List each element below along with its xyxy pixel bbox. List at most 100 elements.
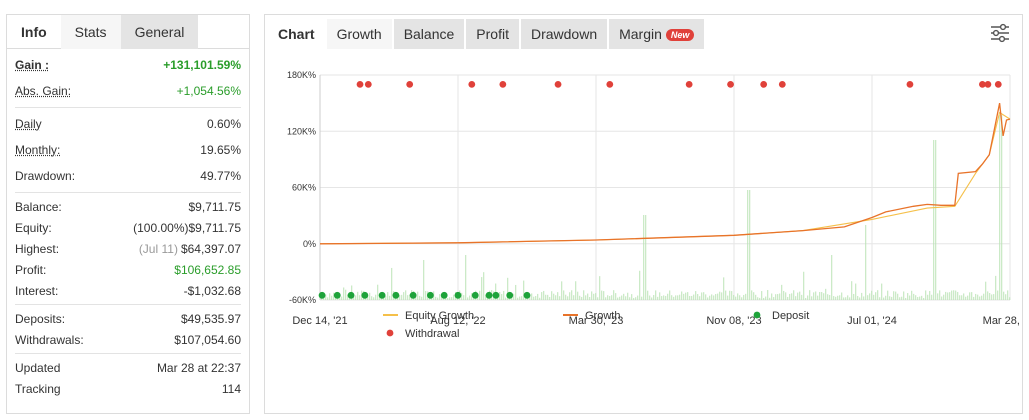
volume-bar xyxy=(929,291,931,300)
volume-bar xyxy=(995,275,997,300)
volume-bar xyxy=(941,296,943,300)
volume-bar xyxy=(841,292,843,300)
tracking-value: 114 xyxy=(221,381,241,396)
volume-bar xyxy=(601,290,603,300)
volume-bar xyxy=(887,290,889,300)
tab-margin-label: Margin xyxy=(619,25,662,42)
volume-bar xyxy=(649,295,651,300)
monthly-label[interactable]: Monthly: xyxy=(15,143,60,157)
volume-bar xyxy=(697,294,699,300)
tab-balance[interactable]: Balance xyxy=(393,18,465,49)
volume-bar xyxy=(575,281,577,300)
daily-label[interactable]: Daily xyxy=(15,117,42,131)
volume-bar xyxy=(775,294,777,300)
stats-panel: Info Stats General Gain : +131,101.59% A… xyxy=(6,14,250,414)
volume-bar xyxy=(795,296,797,300)
volume-bar xyxy=(695,291,697,300)
volume-bar xyxy=(355,295,357,300)
volume-bar xyxy=(549,296,551,300)
y-tick-label: 60K% xyxy=(292,183,316,193)
legend-swatch-dot xyxy=(386,329,394,337)
tab-drawdown[interactable]: Drawdown xyxy=(520,18,608,49)
volume-bar xyxy=(893,291,895,300)
deposit-marker xyxy=(440,291,448,299)
gain-label[interactable]: Gain : xyxy=(15,58,49,72)
volume-bar xyxy=(861,292,863,300)
volume-bar xyxy=(947,292,949,300)
sliders-icon[interactable] xyxy=(990,23,1010,43)
volume-bar xyxy=(813,292,815,300)
volume-bar xyxy=(479,290,481,300)
volume-bar xyxy=(545,294,547,300)
volume-bar xyxy=(655,290,657,300)
gain-row: Gain : +131,101.59% xyxy=(15,52,241,78)
tab-general[interactable]: General xyxy=(120,15,199,49)
y-axis: 180K% 120K% 60K% 0% -60K% xyxy=(287,70,316,305)
deposit-marker xyxy=(471,291,479,299)
tab-margin[interactable]: Margin New xyxy=(609,18,705,49)
volume-bar xyxy=(933,140,935,300)
volume-bar xyxy=(663,295,665,300)
volume-bar xyxy=(977,294,979,300)
volume-bar xyxy=(607,295,609,300)
volume-bar xyxy=(469,295,471,300)
volume-bar xyxy=(369,292,371,300)
volume-bar xyxy=(645,215,647,300)
volume-bar xyxy=(951,290,953,300)
volume-bar xyxy=(343,287,345,300)
highest-value-wrap: (Jul 11) $64,397.07 xyxy=(139,242,241,256)
volume-bar xyxy=(863,296,865,300)
volume-bar xyxy=(579,295,581,300)
tracking-label: Tracking xyxy=(15,381,61,396)
volume-bar xyxy=(953,290,955,300)
volume-bar xyxy=(845,297,847,300)
withdrawals-value: $107,054.60 xyxy=(174,332,241,347)
volume-bar xyxy=(653,295,655,300)
volume-bar xyxy=(733,294,735,300)
tab-growth[interactable]: Growth xyxy=(326,18,392,49)
volume-bar xyxy=(943,294,945,300)
volume-bar xyxy=(721,292,723,300)
equity-percent: (100.00%) xyxy=(133,220,189,235)
deposit-marker xyxy=(347,291,355,299)
volume-bar xyxy=(731,291,733,300)
equity-growth-line xyxy=(319,111,1011,245)
volume-bar xyxy=(561,281,563,300)
volume-bar xyxy=(559,296,561,300)
volume-bar xyxy=(423,260,425,300)
drawdown-label: Drawdown: xyxy=(15,169,76,183)
volume-bar xyxy=(961,295,963,300)
volume-bar xyxy=(879,297,881,300)
interest-value: -$1,032.68 xyxy=(183,283,241,298)
volume-bar xyxy=(875,292,877,300)
tab-info[interactable]: Info xyxy=(7,15,61,49)
volume-bar xyxy=(675,295,677,300)
volume-bar xyxy=(889,296,891,300)
tab-chart[interactable]: Chart xyxy=(268,18,325,49)
volume-bar xyxy=(757,297,759,300)
volume-bar xyxy=(341,296,343,300)
volume-bar xyxy=(753,292,755,300)
volume-bar xyxy=(765,296,767,300)
x-tick-label: Nov 08, '23 xyxy=(706,315,761,327)
volume-bar xyxy=(905,297,907,300)
volume-bar xyxy=(689,295,691,300)
volume-bar xyxy=(973,296,975,300)
deposit-marker xyxy=(427,291,434,299)
volume-bar xyxy=(629,297,631,300)
volume-bar xyxy=(767,290,769,300)
daily-row: Daily 0.60% xyxy=(15,111,241,137)
withdrawal-marker xyxy=(906,80,914,88)
volume-bar xyxy=(865,225,867,300)
abs-gain-label[interactable]: Abs. Gain: xyxy=(15,84,71,98)
volume-bar xyxy=(437,297,439,300)
volume-bar xyxy=(791,293,793,300)
volume-bar xyxy=(419,295,421,300)
volume-bar xyxy=(553,293,555,300)
tab-stats[interactable]: Stats xyxy=(60,15,121,49)
volume-bar xyxy=(869,293,871,300)
x-tick-label: Jul 01, '24 xyxy=(847,315,897,327)
volume-bar xyxy=(547,294,549,300)
tab-profit[interactable]: Profit xyxy=(466,18,519,49)
volume-bar xyxy=(781,284,783,300)
